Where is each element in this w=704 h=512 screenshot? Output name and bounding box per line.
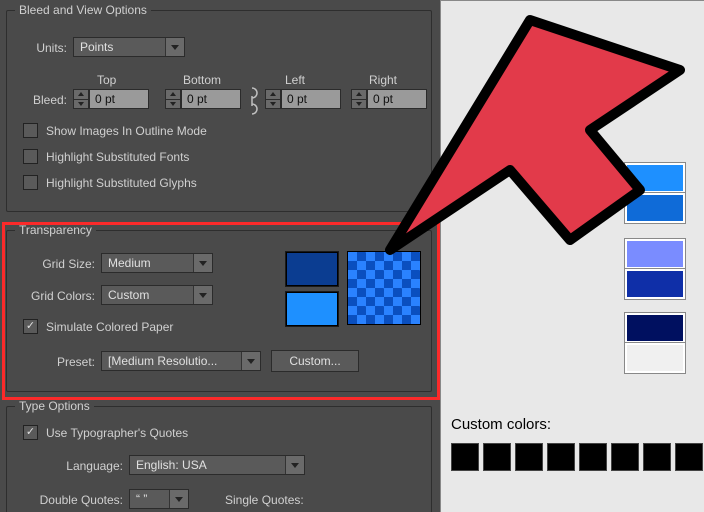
custom-color-swatch[interactable] [611, 443, 639, 471]
grid-size-value: Medium [102, 256, 193, 270]
bleed-left-value[interactable]: 0 pt [281, 89, 341, 109]
transparency-legend: Transparency [15, 223, 96, 237]
bleed-left-stepper[interactable]: 0 pt [265, 89, 341, 109]
simulate-colored-paper-checkbox[interactable]: ✓ Simulate Colored Paper [23, 319, 173, 334]
grid-size-label: Grid Size: [7, 257, 95, 271]
grid-color-swatch-1[interactable] [285, 251, 339, 287]
custom-button[interactable]: Custom... [271, 350, 359, 372]
custom-color-swatch[interactable] [643, 443, 671, 471]
palette-swatch[interactable] [625, 269, 685, 299]
bleed-col-right: Right [369, 73, 397, 87]
custom-button-label: Custom... [289, 354, 340, 368]
simulate-colored-paper-label: Simulate Colored Paper [46, 320, 173, 334]
bleed-bottom-stepper[interactable]: 0 pt [165, 89, 241, 109]
show-images-label: Show Images In Outline Mode [46, 124, 207, 138]
custom-color-swatch[interactable] [547, 443, 575, 471]
language-label: Language: [7, 459, 123, 473]
bleed-col-left: Left [285, 73, 305, 87]
custom-color-swatch[interactable] [579, 443, 607, 471]
step-up-icon[interactable] [351, 89, 367, 99]
preset-value: [Medium Resolutio... [102, 354, 241, 368]
bleed-col-bottom: Bottom [183, 73, 221, 87]
preset-label: Preset: [7, 355, 95, 369]
step-up-icon[interactable] [73, 89, 89, 99]
double-quotes-dropdown[interactable]: “ ” [129, 489, 189, 509]
chevron-down-icon [165, 38, 184, 56]
preset-dropdown[interactable]: [Medium Resolutio... [101, 351, 261, 371]
palette-swatch[interactable] [625, 239, 685, 269]
document-setup-panel: Bleed and View Options Units: Points Top… [0, 0, 704, 512]
chevron-down-icon [193, 254, 212, 272]
step-down-icon[interactable] [351, 99, 367, 110]
chevron-down-icon [169, 490, 188, 508]
grid-colors-dropdown[interactable]: Custom [101, 285, 213, 305]
custom-color-swatch[interactable] [515, 443, 543, 471]
bleed-view-legend: Bleed and View Options [15, 3, 151, 17]
units-value: Points [74, 40, 165, 54]
type-options-group: Type Options ✓ Use Typographer's Quotes … [6, 406, 432, 512]
type-options-legend: Type Options [15, 399, 94, 413]
custom-colors-grid [451, 443, 703, 471]
chevron-down-icon [193, 286, 212, 304]
grid-colors-label: Grid Colors: [7, 289, 95, 303]
custom-colors-label: Custom colors: [451, 416, 551, 433]
highlight-fonts-checkbox[interactable]: ✓ Highlight Substituted Fonts [23, 149, 189, 164]
highlight-glyphs-checkbox[interactable]: ✓ Highlight Substituted Glyphs [23, 175, 197, 190]
step-down-icon[interactable] [165, 99, 181, 110]
double-quotes-label: Double Quotes: [7, 493, 123, 507]
units-dropdown[interactable]: Points [73, 37, 185, 57]
units-label: Units: [7, 41, 67, 55]
bleed-view-group: Bleed and View Options Units: Points Top… [6, 10, 432, 212]
custom-color-swatch[interactable] [451, 443, 479, 471]
chevron-down-icon [241, 352, 260, 370]
language-value: English: USA [130, 458, 285, 472]
highlight-glyphs-label: Highlight Substituted Glyphs [46, 176, 197, 190]
step-up-icon[interactable] [265, 89, 281, 99]
link-icon[interactable] [245, 81, 259, 121]
bleed-right-stepper[interactable]: 0 pt [351, 89, 427, 109]
step-down-icon[interactable] [265, 99, 281, 110]
palette-swatch[interactable] [625, 343, 685, 373]
single-quotes-label: Single Quotes: [225, 493, 304, 507]
transparency-group: Transparency Grid Size: Medium Grid Colo… [6, 230, 432, 392]
custom-color-swatch[interactable] [675, 443, 703, 471]
bleed-label: Bleed: [7, 93, 67, 107]
show-images-checkbox[interactable]: ✓ Show Images In Outline Mode [23, 123, 207, 138]
bleed-bottom-value[interactable]: 0 pt [181, 89, 241, 109]
grid-size-dropdown[interactable]: Medium [101, 253, 213, 273]
bleed-top-value[interactable]: 0 pt [89, 89, 149, 109]
palette-swatch[interactable] [625, 193, 685, 223]
highlight-fonts-label: Highlight Substituted Fonts [46, 150, 189, 164]
custom-color-swatch[interactable] [483, 443, 511, 471]
transparency-preview [347, 251, 421, 325]
double-quotes-value: “ ” [130, 492, 169, 506]
step-up-icon[interactable] [165, 89, 181, 99]
grid-color-swatch-2[interactable] [285, 291, 339, 327]
language-dropdown[interactable]: English: USA [129, 455, 305, 475]
chevron-down-icon [285, 456, 304, 474]
step-down-icon[interactable] [73, 99, 89, 110]
bleed-col-top: Top [97, 73, 116, 87]
typographer-quotes-label: Use Typographer's Quotes [46, 426, 188, 440]
color-picker-panel: Custom colors: [440, 0, 704, 512]
palette-swatch[interactable] [625, 313, 685, 343]
palette-swatch[interactable] [625, 163, 685, 193]
grid-colors-value: Custom [102, 288, 193, 302]
typographer-quotes-checkbox[interactable]: ✓ Use Typographer's Quotes [23, 425, 188, 440]
bleed-right-value[interactable]: 0 pt [367, 89, 427, 109]
bleed-top-stepper[interactable]: 0 pt [73, 89, 149, 109]
